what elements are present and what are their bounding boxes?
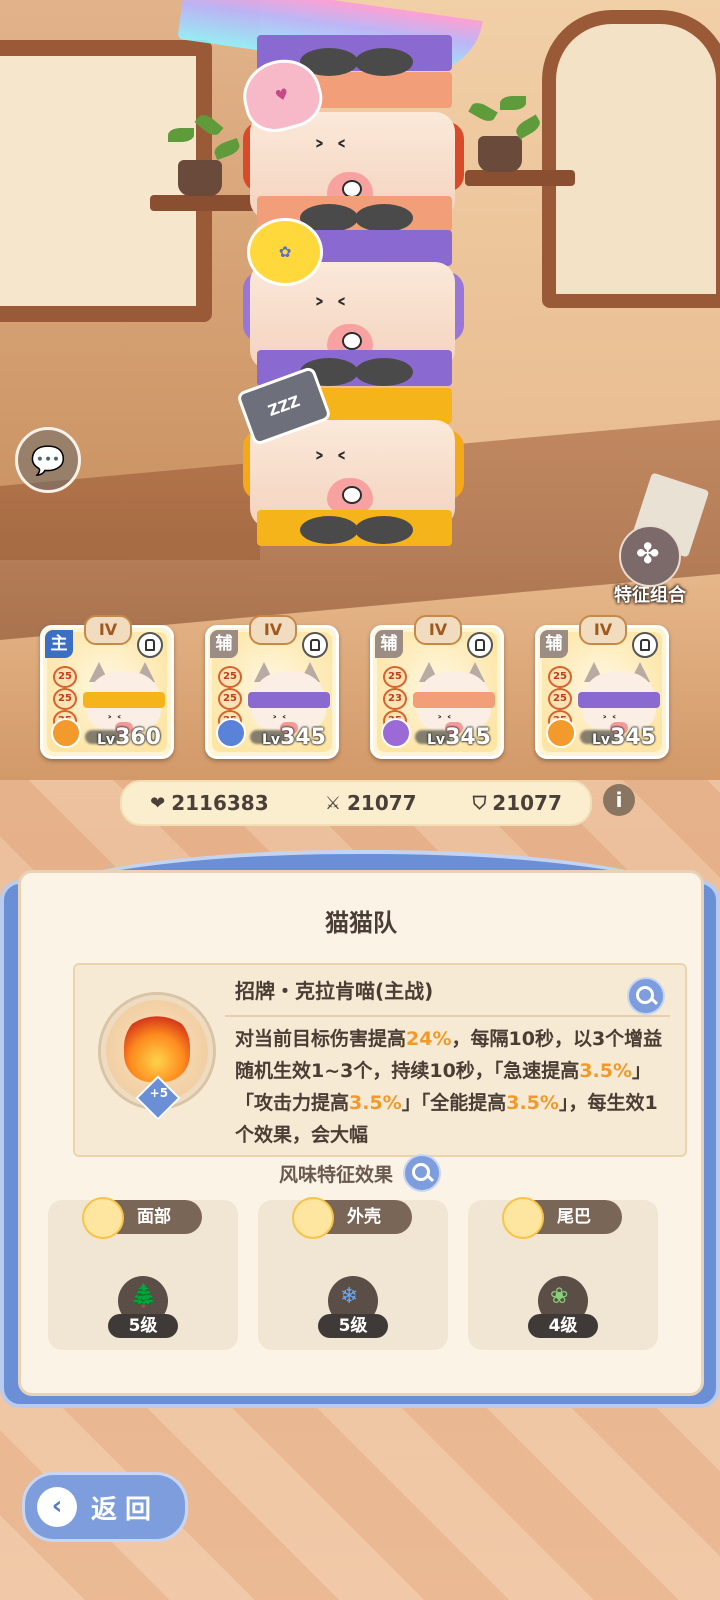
cat-eyes: ˃ ˂ <box>313 450 349 480</box>
role-badge: 辅 <box>375 630 403 658</box>
cat-paw <box>355 204 413 232</box>
team-stats-bar: ❤ 2116383 ⚔ 21077 ⛉ 21077 <box>120 780 592 826</box>
heart-icon: ❤ <box>150 792 166 814</box>
lock-icon[interactable] <box>302 632 328 658</box>
paw-icon <box>381 718 411 748</box>
plant-pot-right <box>478 136 522 172</box>
lock-icon[interactable] <box>632 632 658 658</box>
crossed-swords-icon: ⚔ <box>324 792 341 814</box>
skill-level-badge: 25 <box>383 666 407 688</box>
back-label: 返回 <box>91 1494 160 1525</box>
plant-leaf <box>513 114 543 140</box>
trait-tag: 外壳 <box>292 1197 412 1239</box>
feature-combo-button[interactable]: ✤ 特征组合 <box>590 525 710 606</box>
back-arrow-icon: ‹ <box>37 1487 77 1527</box>
chat-bubbles-icon: 💬 <box>30 443 66 477</box>
team-member-card[interactable]: ˃ ˂ 252325 Lv345 辅 IV <box>370 615 504 759</box>
flame-icon <box>124 1012 190 1082</box>
panel-title: 猫猫队 <box>325 909 397 937</box>
role-badge: 辅 <box>540 630 568 658</box>
cat-level: Lv345 <box>262 725 326 750</box>
team-member-card[interactable]: ˃ ˂ 252525 Lv360 主 IV <box>40 615 174 759</box>
skill-flame-icon: +5 <box>101 995 213 1121</box>
role-badge: 主 <box>45 630 73 658</box>
card-body: ˃ ˂ 252525 Lv360 主 <box>40 625 174 759</box>
cat-paw <box>355 358 413 386</box>
cat-eyes: ˃ ˂ <box>313 138 349 168</box>
cat-block-3: ˃ ˂ <box>243 420 464 550</box>
skill-level-badge: 25 <box>548 666 572 688</box>
skill-divider <box>225 1015 670 1017</box>
paw-icon <box>51 718 81 748</box>
flavor-zoom-button[interactable] <box>403 1154 441 1192</box>
skill-plus-badge: +5 <box>135 1075 181 1121</box>
trait-level: 4级 <box>528 1314 598 1338</box>
card-body: ˃ ˂ 252525 Lv345 辅 <box>205 625 339 759</box>
stat-attack-value: 21077 <box>346 791 417 815</box>
trait-level: 5级 <box>108 1314 178 1338</box>
skill-level-badge: 23 <box>383 688 407 710</box>
cat-level: Lv345 <box>592 725 656 750</box>
tier-badge: IV <box>249 615 297 645</box>
right-shelf <box>465 170 575 186</box>
plant-leaf <box>168 128 194 142</box>
stat-hp-value: 2116383 <box>171 791 269 815</box>
trait-tag: 尾巴 <box>502 1197 622 1239</box>
cat-mouth <box>327 478 373 512</box>
plant-leaf <box>500 96 526 110</box>
cat-paw <box>355 48 413 76</box>
flavor-section-header: 风味特征效果 <box>0 1154 720 1192</box>
skill-level-badge: 25 <box>53 666 77 688</box>
skill-name: 招牌・克拉肯喵(主战) <box>235 979 434 1003</box>
face-icon <box>82 1197 124 1239</box>
stat-attack: ⚔ 21077 <box>325 791 417 815</box>
plant-leaf <box>468 99 498 125</box>
cat-paw <box>300 516 358 544</box>
cat-level: Lv360 <box>97 725 161 750</box>
sticker-flower: ✿ <box>247 218 323 286</box>
tier-badge: IV <box>414 615 462 645</box>
paw-icon <box>546 718 576 748</box>
clover-icon: ✤ <box>619 525 681 587</box>
card-body: ˃ ˂ 252325 Lv345 辅 <box>370 625 504 759</box>
shield-icon: ⛉ <box>472 792 487 814</box>
cat-eyes: ˃ ˂ <box>313 296 349 326</box>
team-member-card[interactable]: ˃ ˂ 252525 Lv345 辅 IV <box>205 615 339 759</box>
stat-defense: ⛉ 21077 <box>473 791 562 815</box>
cat-paw <box>355 516 413 544</box>
skill-level-badge: 25 <box>548 688 572 710</box>
right-window <box>542 10 720 308</box>
trait-tag: 面部 <box>82 1197 202 1239</box>
team-panel: 猫猫队 +5 招牌・克拉肯喵(主战) 对当前目标伤害提高24%，每隔10秒，以3… <box>0 850 720 1410</box>
plant-pot-left <box>178 160 222 196</box>
stat-hp: ❤ 2116383 <box>150 791 269 815</box>
trait-level: 5级 <box>318 1314 388 1338</box>
lock-icon[interactable] <box>467 632 493 658</box>
lock-icon[interactable] <box>137 632 163 658</box>
skill-level-badge: 25 <box>218 666 242 688</box>
tier-badge: IV <box>84 615 132 645</box>
card-body: ˃ ˂ 252525 Lv345 辅 <box>535 625 669 759</box>
chat-button[interactable]: 💬 <box>15 427 81 493</box>
back-button[interactable]: ‹ 返回 <box>22 1472 188 1542</box>
trait-tail[interactable]: 尾巴 ❀ 4级 <box>468 1197 658 1350</box>
cat-tower: ˃ ˂ ˃ ˂ ˃ ˂ ♥ ✿ ZZZ <box>235 0 464 560</box>
skill-description: 对当前目标伤害提高24%，每隔10秒，以3个增益随机生效1~3个，持续10秒，「… <box>235 1028 663 1146</box>
role-badge: 辅 <box>210 630 238 658</box>
team-member-card[interactable]: ˃ ˂ 252525 Lv345 辅 IV <box>535 615 669 759</box>
paw-icon <box>216 718 246 748</box>
tier-badge: IV <box>579 615 627 645</box>
flavor-title: 风味特征效果 <box>278 1163 393 1186</box>
trait-shell[interactable]: 外壳 ❄ 5级 <box>258 1197 448 1350</box>
skill-level-badge: 25 <box>218 688 242 710</box>
skill-zoom-button[interactable] <box>627 977 665 1015</box>
shell-icon <box>292 1197 334 1239</box>
info-button[interactable]: i <box>603 784 635 816</box>
stat-defense-value: 21077 <box>492 791 562 815</box>
skill-box: +5 招牌・克拉肯喵(主战) 对当前目标伤害提高24%，每隔10秒，以3个增益随… <box>73 963 687 1157</box>
tail-icon <box>502 1197 544 1239</box>
cat-level: Lv345 <box>427 725 491 750</box>
skill-level-badge: 25 <box>53 688 77 710</box>
trait-face[interactable]: 面部 🌲 5级 <box>48 1197 238 1350</box>
